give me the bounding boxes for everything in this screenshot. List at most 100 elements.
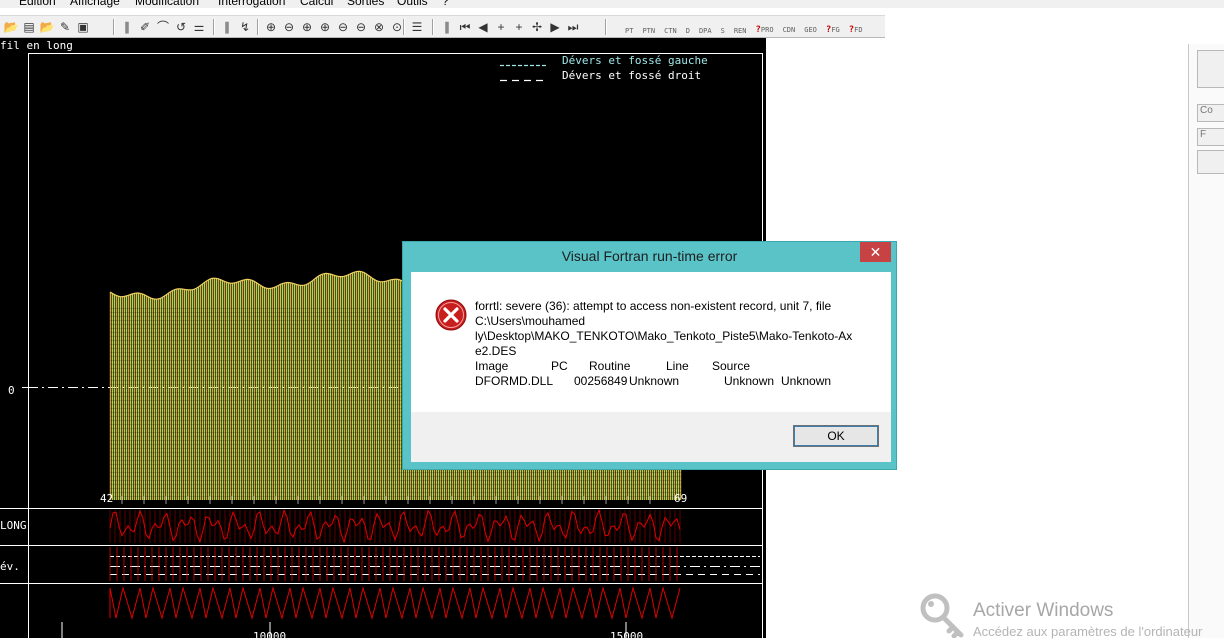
layers-icon[interactable]: ☰	[408, 19, 426, 35]
code-d-button[interactable]: D	[686, 27, 690, 35]
split-icon[interactable]: ∥	[218, 19, 236, 35]
toolbar-separator	[403, 19, 405, 35]
col-source: Source	[712, 359, 751, 373]
zoom-in-2-icon[interactable]: ⊕	[316, 19, 334, 35]
grip-icon: ∥	[444, 19, 450, 34]
activation-watermark: Activer Windows Accédez aux paramètres d…	[918, 590, 1202, 643]
cell-image: DFORMD.DLL	[475, 374, 554, 388]
line-icon[interactable]: ⚌	[190, 19, 208, 35]
ok-button[interactable]: OK	[793, 425, 879, 447]
code-pt-button[interactable]: PT	[625, 27, 633, 35]
menu-interrogation[interactable]: Interrogation	[218, 0, 285, 8]
modify-icon[interactable]: ✢	[528, 19, 546, 35]
insert-n-icon[interactable]: +	[492, 19, 510, 35]
toolbar-separator	[213, 19, 215, 35]
menu-modification[interactable]: Modification	[135, 0, 199, 8]
col-pc: PC	[551, 359, 568, 373]
zero-axis-label: 0	[8, 384, 15, 397]
toolbar: 📂 ▤ 📂 ✎ ▣ ∥ ✐ ⌒ ↺ ⚌ ∥ ↯ ⊕ ⊖ ⊕ ⊕ ⊖ ⊖ ⊗ ⊙ …	[0, 15, 885, 38]
chart-icon[interactable]: ⌒	[154, 19, 172, 35]
code-ctn-button[interactable]: CTN	[664, 27, 677, 35]
menu-outils[interactable]: Outils	[397, 0, 428, 8]
open-file-icon[interactable]: 📂	[38, 19, 56, 35]
save-icon[interactable]: ▤	[20, 19, 38, 35]
plot-title: fil en long	[0, 39, 73, 52]
col-line: Line	[666, 359, 689, 373]
menu-bar: Édition Affichage Modification Interroga…	[0, 0, 1224, 8]
watermark-subtitle: Accédez aux paramètres de l'ordinateur	[973, 624, 1203, 639]
previous-icon[interactable]: ◀	[474, 19, 492, 35]
side-button-co[interactable]: Co	[1197, 104, 1224, 122]
cell-pc: 00256849	[574, 374, 628, 388]
zoom-all-icon[interactable]: ⊗	[370, 19, 388, 35]
side-button-1[interactable]	[1197, 50, 1224, 88]
code-fd-button[interactable]: ?FD	[849, 25, 863, 35]
zoom-out-3-icon[interactable]: ⊖	[352, 19, 370, 35]
bottom-band-curve	[109, 586, 681, 620]
open-folder-icon[interactable]: 📂	[2, 19, 20, 35]
legend-right-label: Dévers et fossé droit	[562, 69, 702, 82]
last-icon[interactable]: ⏭	[564, 19, 582, 35]
code-buttons: PT PTN CTN D DPA S REN ?PRO CDN GEO ?FG …	[625, 19, 872, 35]
code-dpa-button[interactable]: DPA	[699, 27, 712, 35]
side-button-f[interactable]: F	[1197, 128, 1224, 146]
toolbar-separator	[257, 19, 259, 35]
watermark-title: Activer Windows	[973, 600, 1114, 621]
cell-source: Unknown	[781, 374, 832, 388]
pointer-icon[interactable]: ↯	[236, 19, 254, 35]
print-icon[interactable]: ▣	[74, 19, 92, 35]
menu-edition[interactable]: Édition	[19, 0, 56, 8]
legend-left-label: Dévers et fossé gauche	[562, 54, 708, 67]
toolbar-separator	[605, 19, 607, 35]
station-first-label: 42	[100, 492, 114, 505]
menu-sorties[interactable]: Sorties	[347, 0, 384, 8]
cell-routine: Unknown	[629, 374, 680, 388]
close-button[interactable]: ✕	[860, 242, 891, 262]
code-s-button[interactable]: S	[721, 27, 725, 35]
error-message-line: forrtl: severe (36): attempt to access n…	[475, 299, 832, 313]
code-cdn-button[interactable]: CDN	[783, 25, 796, 35]
side-panel: Co F	[1188, 44, 1224, 638]
tools-icon[interactable]: ✎	[56, 19, 74, 35]
code-pro-button[interactable]: ?PRO	[756, 25, 774, 35]
pencil-icon[interactable]: ∥	[118, 19, 136, 35]
code-ptn-button[interactable]: PTN	[642, 27, 655, 35]
key-icon	[920, 593, 964, 639]
error-icon	[435, 299, 467, 331]
menu-help[interactable]: ?	[442, 0, 449, 8]
error-message-line: ly\Desktop\MAKO_TENKOTO\Mako_Tenkoto_Pis…	[475, 329, 853, 343]
draw-icon[interactable]: ✐	[136, 19, 154, 35]
menu-affichage[interactable]: Affichage	[70, 0, 120, 8]
x-tick-15000: 15000	[610, 630, 644, 638]
zoom-window-icon[interactable]: ⊕	[262, 19, 280, 35]
next-icon[interactable]: ▶	[546, 19, 564, 35]
toolbar-separator	[113, 19, 115, 35]
dialog-footer: OK	[411, 412, 891, 462]
error-dialog: Visual Fortran run-time error ✕ forrtl: …	[402, 241, 897, 470]
x-tick-10000: 10000	[253, 630, 287, 638]
error-message-line: e2.DES	[475, 344, 517, 358]
cell-line: Unknown	[724, 374, 775, 388]
col-image: Image	[475, 359, 509, 373]
dialog-body: forrtl: severe (36): attempt to access n…	[411, 272, 891, 412]
dialog-title: Visual Fortran run-time error	[561, 248, 738, 264]
toolbar-empty-area	[885, 15, 1224, 36]
code-geo-button[interactable]: GEO	[804, 25, 817, 35]
error-message: forrtl: severe (36): attempt to access n…	[475, 299, 852, 359]
col-routine: Routine	[589, 359, 631, 373]
error-message-line: C:\Users\mouhamed	[475, 314, 586, 328]
zoom-out-2-icon[interactable]: ⊖	[334, 19, 352, 35]
station-last-label: 69	[674, 492, 688, 505]
long-band-label: LONG	[0, 519, 27, 532]
zoom-in-icon[interactable]: ⊕	[298, 19, 316, 35]
side-button-2[interactable]	[1197, 150, 1224, 174]
devers-band-label: év.	[0, 560, 20, 573]
toolbar-separator	[432, 19, 434, 35]
curve-icon[interactable]: ↺	[172, 19, 190, 35]
code-ren-button[interactable]: REN	[734, 27, 747, 35]
first-icon[interactable]: ⏮	[456, 19, 474, 35]
zoom-out-icon[interactable]: ⊖	[280, 19, 298, 35]
insert-a-icon[interactable]: +	[510, 19, 528, 35]
code-fg-button[interactable]: ?FG	[826, 25, 840, 35]
menu-calcul[interactable]: Calcul	[300, 0, 333, 8]
